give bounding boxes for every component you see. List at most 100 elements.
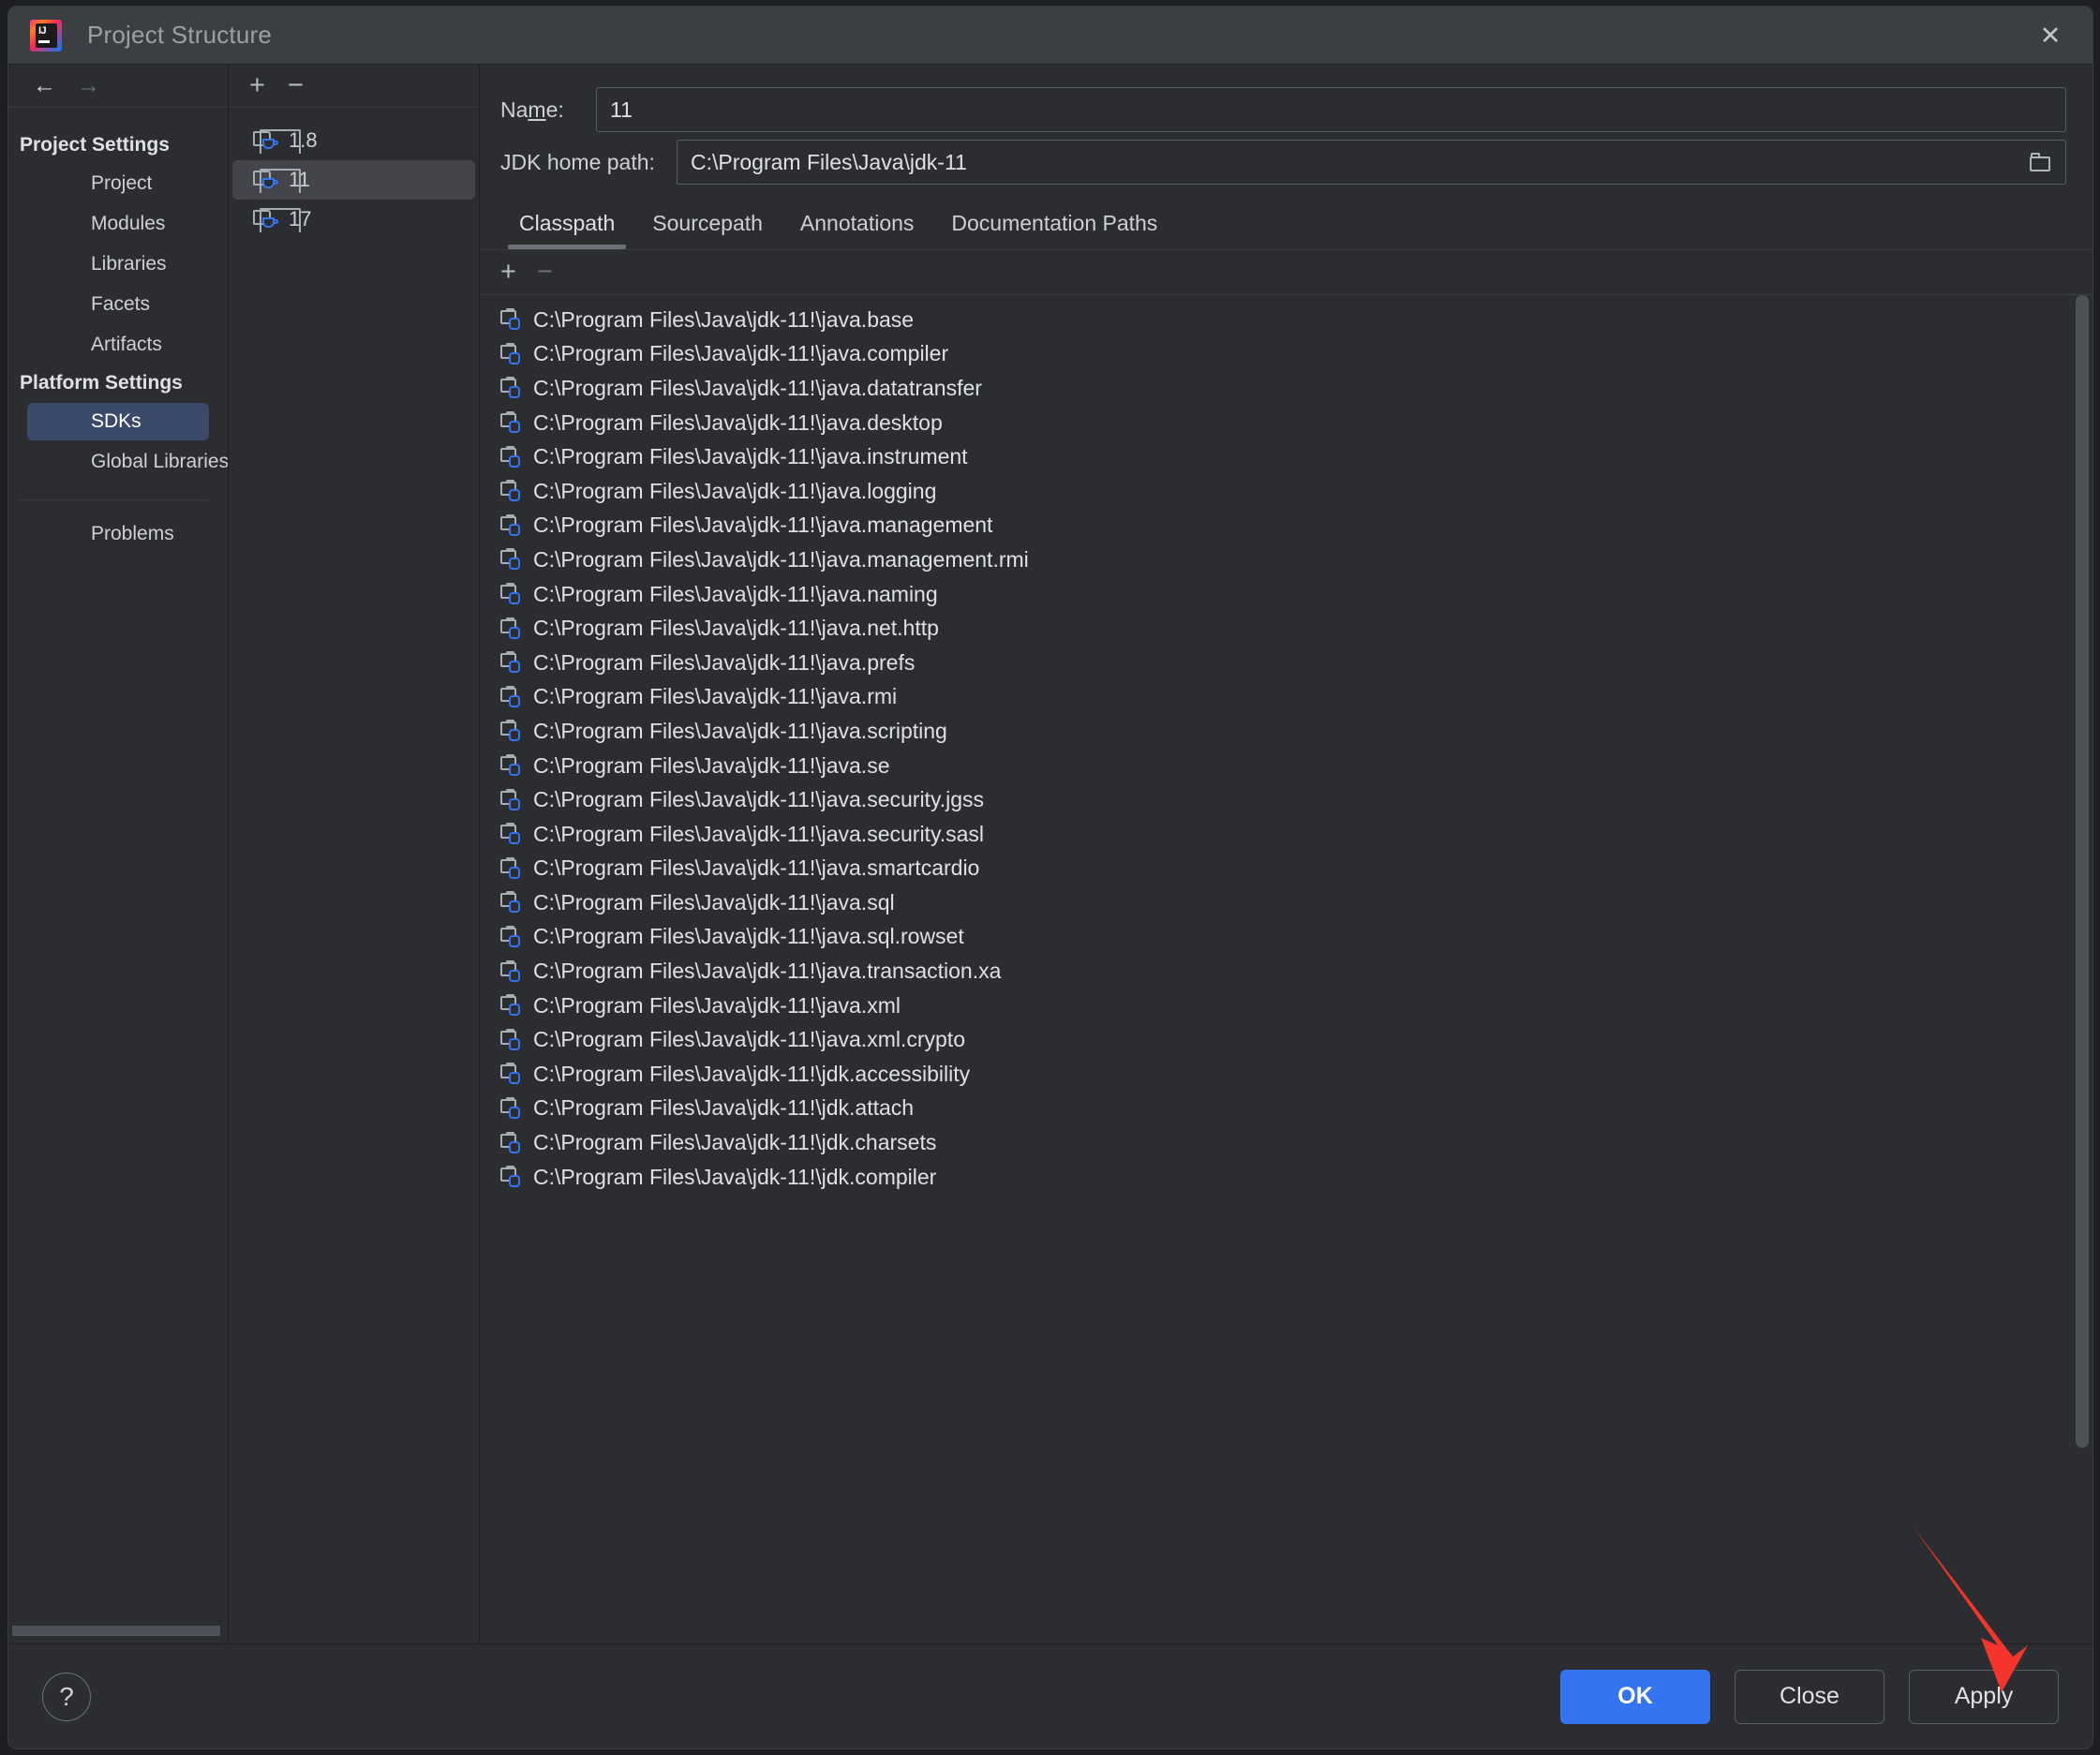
- module-folder-icon: [500, 1063, 523, 1085]
- classpath-entry-label: C:\Program Files\Java\jdk-11!\java.loggi…: [533, 478, 937, 503]
- plus-icon[interactable]: +: [500, 259, 516, 286]
- classpath-entry-label: C:\Program Files\Java\jdk-11!\java.manag…: [533, 546, 1029, 572]
- module-folder-icon: [500, 377, 523, 399]
- classpath-row[interactable]: C:\Program Files\Java\jdk-11!\java.manag…: [480, 509, 2093, 543]
- minus-icon[interactable]: −: [537, 259, 553, 286]
- plus-icon[interactable]: +: [249, 72, 265, 99]
- classpath-row[interactable]: C:\Program Files\Java\jdk-11!\java.scrip…: [480, 714, 2093, 749]
- classpath-vertical-scrollbar[interactable]: [2076, 295, 2089, 1448]
- sidebar-item-project[interactable]: Project: [27, 165, 209, 202]
- classpath-entry-label: C:\Program Files\Java\jdk-11!\jdk.access…: [533, 1061, 971, 1086]
- sidebar-horizontal-scrollbar[interactable]: [12, 1626, 220, 1636]
- classpath-row[interactable]: C:\Program Files\Java\jdk-11!\java.loggi…: [480, 474, 2093, 509]
- sidebar-item-libraries[interactable]: Libraries: [27, 245, 209, 283]
- minus-icon[interactable]: −: [288, 72, 304, 99]
- sdk-detail-tabs: Classpath Sourcepath Annotations Documen…: [480, 201, 2093, 250]
- module-folder-icon: [500, 994, 523, 1017]
- module-folder-icon: [500, 445, 523, 468]
- sdk-list-item[interactable]: 17: [232, 200, 475, 239]
- classpath-entry-label: C:\Program Files\Java\jdk-11!\java.scrip…: [533, 718, 947, 743]
- help-button[interactable]: ?: [42, 1672, 91, 1721]
- name-input[interactable]: 11: [596, 87, 2066, 132]
- classpath-row[interactable]: C:\Program Files\Java\jdk-11!\java.xml.c…: [480, 1022, 2093, 1057]
- ok-button[interactable]: OK: [1560, 1669, 1710, 1724]
- sidebar-item-problems[interactable]: Problems: [27, 515, 209, 553]
- project-structure-dialog: IJ Project Structure ✕ ← → Project Setti…: [7, 6, 2093, 1749]
- module-folder-icon: [500, 1166, 523, 1188]
- classpath-row[interactable]: C:\Program Files\Java\jdk-11!\java.datat…: [480, 371, 2093, 406]
- classpath-row[interactable]: C:\Program Files\Java\jdk-11!\java.namin…: [480, 577, 2093, 612]
- tab-classpath[interactable]: Classpath: [500, 201, 633, 249]
- classpath-entry-label: C:\Program Files\Java\jdk-11!\java.smart…: [533, 855, 980, 881]
- sidebar-item-sdks[interactable]: SDKs: [27, 403, 209, 440]
- classpath-entry-label: C:\Program Files\Java\jdk-11!\java.compi…: [533, 341, 949, 366]
- classpath-toolbar: + −: [480, 250, 2093, 295]
- close-icon[interactable]: ✕: [2031, 16, 2070, 55]
- classpath-row[interactable]: C:\Program Files\Java\jdk-11!\java.secur…: [480, 782, 2093, 817]
- classpath-row[interactable]: C:\Program Files\Java\jdk-11!\java.net.h…: [480, 611, 2093, 646]
- sdk-list-item[interactable]: 1.8: [232, 121, 475, 160]
- classpath-row[interactable]: C:\Program Files\Java\jdk-11!\java.xml: [480, 989, 2093, 1023]
- module-folder-icon: [500, 617, 523, 640]
- close-button[interactable]: Close: [1735, 1669, 1884, 1724]
- sidebar-scroll-area: Project Settings Project Modules Librari…: [8, 108, 228, 1643]
- classpath-row[interactable]: C:\Program Files\Java\jdk-11!\java.sql.r…: [480, 920, 2093, 955]
- classpath-entry-label: C:\Program Files\Java\jdk-11!\java.deskt…: [533, 409, 943, 435]
- classpath-row[interactable]: C:\Program Files\Java\jdk-11!\java.smart…: [480, 852, 2093, 886]
- classpath-entry-label: C:\Program Files\Java\jdk-11!\jdk.charse…: [533, 1130, 937, 1155]
- sidebar-group-platform-settings: Platform Settings: [20, 372, 183, 394]
- jdk-folder-icon: [253, 208, 301, 232]
- classpath-row[interactable]: C:\Program Files\Java\jdk-11!\java.sql: [480, 885, 2093, 920]
- arrow-right-icon[interactable]: →: [77, 74, 100, 97]
- classpath-row[interactable]: C:\Program Files\Java\jdk-11!\jdk.attach: [480, 1092, 2093, 1126]
- module-folder-icon: [500, 959, 523, 983]
- classpath-entry-label: C:\Program Files\Java\jdk-11!\java.namin…: [533, 581, 938, 606]
- tab-sourcepath[interactable]: Sourcepath: [633, 201, 782, 249]
- classpath-row[interactable]: C:\Program Files\Java\jdk-11!\jdk.compil…: [480, 1160, 2093, 1195]
- classpath-row[interactable]: C:\Program Files\Java\jdk-11!\java.rmi: [480, 680, 2093, 715]
- classpath-list[interactable]: C:\Program Files\Java\jdk-11!\java.base C…: [480, 295, 2093, 1643]
- module-folder-icon: [500, 891, 523, 914]
- classpath-row[interactable]: C:\Program Files\Java\jdk-11!\java.manag…: [480, 543, 2093, 577]
- classpath-row[interactable]: C:\Program Files\Java\jdk-11!\java.se: [480, 749, 2093, 783]
- sidebar-item-global-libraries[interactable]: Global Libraries: [27, 443, 228, 481]
- classpath-row[interactable]: C:\Program Files\Java\jdk-11!\jdk.charse…: [480, 1125, 2093, 1160]
- classpath-row[interactable]: C:\Program Files\Java\jdk-11!\java.base: [480, 303, 2093, 337]
- jdk-home-path-input[interactable]: C:\Program Files\Java\jdk-11: [677, 140, 2066, 185]
- tab-documentation-paths[interactable]: Documentation Paths: [932, 201, 1176, 249]
- tab-annotations[interactable]: Annotations: [782, 201, 932, 249]
- window-title: Project Structure: [87, 21, 273, 49]
- sidebar-item-artifacts[interactable]: Artifacts: [27, 326, 209, 364]
- sidebar-item-facets[interactable]: Facets: [27, 286, 209, 323]
- sidebar-group-project-settings: Project Settings: [20, 134, 170, 156]
- classpath-row[interactable]: C:\Program Files\Java\jdk-11!\java.compi…: [480, 337, 2093, 372]
- classpath-row[interactable]: C:\Program Files\Java\jdk-11!\java.deskt…: [480, 406, 2093, 440]
- module-folder-icon: [500, 411, 523, 434]
- jdk-home-path-value: C:\Program Files\Java\jdk-11: [691, 149, 967, 174]
- module-folder-icon: [500, 1028, 523, 1051]
- dialog-footer: ? OK Close Apply: [8, 1643, 2093, 1748]
- apply-button[interactable]: Apply: [1909, 1669, 2059, 1724]
- settings-sidebar: ← → Project Settings Project Modules Lib…: [8, 65, 229, 1643]
- sdk-list-toolbar: + −: [229, 65, 479, 108]
- navigation-arrows: ← →: [8, 65, 228, 108]
- jdk-home-path-label: JDK home path:: [500, 149, 655, 174]
- dialog-body: ← → Project Settings Project Modules Lib…: [8, 64, 2093, 1643]
- classpath-row[interactable]: C:\Program Files\Java\jdk-11!\jdk.access…: [480, 1057, 2093, 1092]
- folder-browse-icon[interactable]: [2030, 153, 2052, 171]
- sidebar-divider: [20, 499, 209, 500]
- sidebar-item-modules[interactable]: Modules: [27, 205, 209, 243]
- classpath-row[interactable]: C:\Program Files\Java\jdk-11!\java.instr…: [480, 439, 2093, 474]
- module-folder-icon: [500, 856, 523, 880]
- classpath-entry-label: C:\Program Files\Java\jdk-11!\java.manag…: [533, 513, 993, 538]
- classpath-row[interactable]: C:\Program Files\Java\jdk-11!\java.trans…: [480, 954, 2093, 989]
- arrow-left-icon[interactable]: ←: [33, 74, 56, 97]
- classpath-row[interactable]: C:\Program Files\Java\jdk-11!\java.secur…: [480, 817, 2093, 852]
- classpath-row[interactable]: C:\Program Files\Java\jdk-11!\java.prefs: [480, 646, 2093, 680]
- module-folder-icon: [500, 583, 523, 605]
- classpath-entry-label: C:\Program Files\Java\jdk-11!\java.base: [533, 306, 915, 332]
- name-field-row: Name: 11: [480, 83, 2093, 136]
- sdk-list-item[interactable]: 11: [232, 160, 475, 200]
- classpath-entry-label: C:\Program Files\Java\jdk-11!\java.secur…: [533, 821, 985, 846]
- module-folder-icon: [500, 651, 523, 674]
